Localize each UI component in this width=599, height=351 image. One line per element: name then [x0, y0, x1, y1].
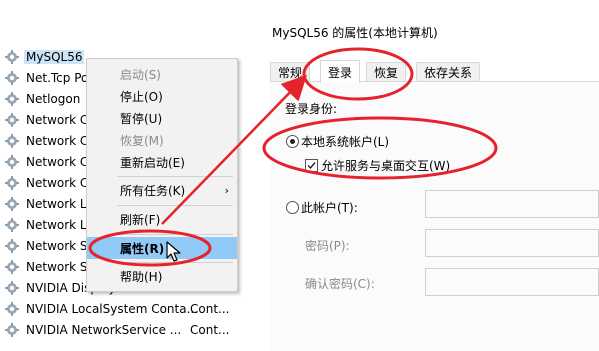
menu-item-restart[interactable]: 重新启动(E) — [87, 151, 237, 173]
menu-item-label: 暂停(U) — [120, 111, 163, 126]
tab-label: 恢复 — [374, 65, 399, 80]
submenu-arrow-icon: › — [224, 183, 229, 197]
gear-icon — [5, 134, 19, 148]
context-menu: 启动(S) 停止(O) 暂停(U) 恢复(M) 重新启动(E) 所有任务(K) … — [86, 58, 238, 292]
this-account-label: 此帐户(T): — [301, 201, 358, 215]
service-description: Cont... — [190, 323, 230, 337]
service-name: NVIDIA LocalSystem Conta... — [26, 302, 199, 316]
gear-icon — [5, 281, 19, 295]
menu-item-label: 重新启动(E) — [120, 155, 185, 170]
gear-icon — [5, 155, 19, 169]
tab-logon[interactable]: 登录 — [320, 60, 361, 83]
menu-separator — [117, 205, 233, 206]
confirm-password-label: 确认密码(C): — [305, 277, 375, 291]
service-name: Network L — [26, 197, 87, 211]
password-label: 密码(P): — [305, 239, 350, 253]
service-name: Netlogon — [26, 92, 81, 106]
dialog-title: MySQL56 的属性(本地计算机) — [272, 26, 438, 40]
gear-icon — [5, 239, 19, 253]
service-row[interactable]: NVIDIA NetworkService ... Cont... — [4, 320, 244, 340]
service-name: Network C — [26, 176, 89, 190]
local-system-radio[interactable] — [286, 135, 299, 148]
tab-label: 登录 — [328, 65, 353, 80]
menu-item-label: 启动(S) — [120, 67, 161, 82]
gear-icon — [5, 176, 19, 190]
service-name: Network S — [26, 260, 88, 274]
gear-icon — [5, 50, 19, 64]
menu-item-label: 属性(R) — [120, 241, 165, 256]
this-account-radio[interactable] — [286, 201, 299, 214]
menu-item-all-tasks[interactable]: 所有任务(K) › — [87, 179, 237, 201]
gear-icon — [5, 260, 19, 274]
menu-item-resume[interactable]: 恢复(M) — [87, 129, 237, 151]
service-name: Net.Tcp Po — [26, 71, 89, 85]
gear-icon — [5, 92, 19, 106]
tab-recovery[interactable]: 恢复 — [366, 62, 407, 82]
menu-item-help[interactable]: 帮助(H) — [87, 265, 237, 287]
menu-item-properties[interactable]: 属性(R) — [87, 237, 237, 259]
menu-item-label: 帮助(H) — [120, 269, 163, 284]
gear-icon — [5, 218, 19, 232]
service-name: Network C — [26, 134, 89, 148]
gear-icon — [5, 197, 19, 211]
tab-label: 常规 — [278, 65, 303, 80]
tab-dependencies[interactable]: 依存关系 — [416, 62, 481, 82]
menu-item-label: 所有任务(K) — [120, 183, 186, 198]
logon-as-label: 登录身份: — [285, 102, 338, 116]
service-name: NVIDIA NetworkService ... — [26, 323, 182, 337]
tab-strip: 常规 登录 恢复 依存关系 — [270, 60, 599, 83]
menu-item-pause[interactable]: 暂停(U) — [87, 107, 237, 129]
gear-icon — [5, 71, 19, 85]
service-name: Network L — [26, 218, 87, 232]
password-field[interactable] — [425, 229, 599, 257]
gear-icon — [5, 323, 19, 337]
menu-separator — [117, 234, 233, 235]
menu-item-label: 停止(O) — [120, 89, 163, 104]
local-system-label: 本地系统帐户(L) — [301, 135, 390, 149]
service-description: Cont... — [190, 302, 230, 316]
service-name: MySQL56 — [24, 50, 85, 64]
service-name: Network C — [26, 113, 89, 127]
menu-item-refresh[interactable]: 刷新(F) — [87, 208, 237, 230]
menu-item-label: 刷新(F) — [120, 212, 161, 227]
gear-icon — [5, 302, 19, 316]
menu-item-stop[interactable]: 停止(O) — [87, 85, 237, 107]
menu-item-label: 恢复(M) — [120, 133, 164, 148]
this-account-field[interactable] — [425, 190, 599, 218]
menu-separator — [117, 176, 233, 177]
menu-item-start[interactable]: 启动(S) — [87, 63, 237, 85]
tab-general[interactable]: 常规 — [270, 62, 311, 82]
tab-label: 依存关系 — [424, 65, 473, 80]
allow-desktop-label: 允许服务与桌面交互(W) — [321, 159, 451, 173]
checkmark-icon — [307, 162, 316, 170]
gear-icon — [5, 113, 19, 127]
service-row[interactable]: NVIDIA LocalSystem Conta... Cont... — [4, 299, 244, 319]
service-name: Network C — [26, 155, 89, 169]
confirm-password-field[interactable] — [425, 268, 599, 296]
service-name: Network S — [26, 239, 88, 253]
mouse-pointer-icon — [166, 241, 181, 262]
allow-desktop-checkbox[interactable] — [305, 159, 318, 172]
